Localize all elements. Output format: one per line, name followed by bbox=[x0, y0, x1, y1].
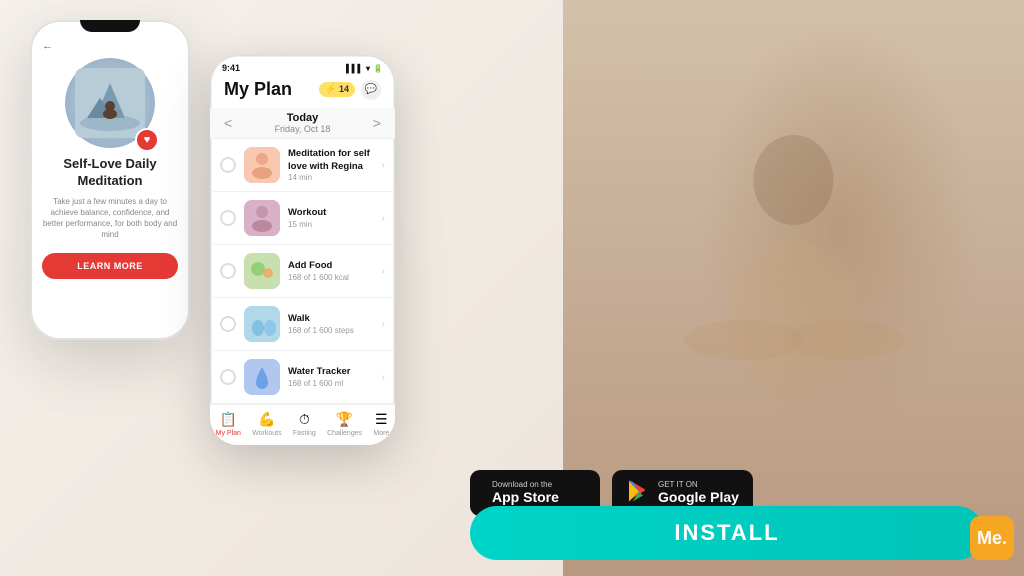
fasting-label: Fasting bbox=[293, 430, 316, 437]
meditation-desc: Take just a few minutes a day to achieve… bbox=[42, 196, 178, 241]
phone-notch bbox=[80, 20, 140, 32]
phone-small: 9:41 ▌▌▌ ▾ 🔋 My Plan ⚡ 14 💬 < Today Frid… bbox=[210, 55, 395, 445]
workouts-label: Workouts bbox=[252, 430, 281, 437]
play-icon bbox=[626, 478, 650, 508]
activity-thumb bbox=[244, 359, 280, 395]
challenges-icon: 🏆 bbox=[336, 411, 353, 428]
activity-info: Meditation for self love with Regina 14 … bbox=[288, 148, 374, 182]
activity-info: Water Tracker 168 of 1 600 ml bbox=[288, 366, 374, 387]
activity-name: Water Tracker bbox=[288, 366, 374, 378]
myplan-label: My Plan bbox=[216, 430, 241, 437]
activity-check[interactable] bbox=[220, 157, 236, 173]
date-display: Today Friday, Oct 18 bbox=[275, 112, 331, 134]
workouts-icon: 💪 bbox=[258, 411, 275, 428]
date-full: Friday, Oct 18 bbox=[275, 124, 331, 134]
activity-sub: 168 of 1 600 ml bbox=[288, 379, 374, 388]
activity-name: Meditation for self love with Regina bbox=[288, 148, 374, 173]
fasting-icon: ⏱ bbox=[299, 411, 310, 428]
meditation-title: Self-Love Daily Meditation bbox=[42, 156, 178, 190]
activity-sub: 14 min bbox=[288, 173, 374, 182]
myplan-icon: 📋 bbox=[220, 411, 237, 428]
date-today: Today bbox=[275, 112, 331, 124]
nav-item-fasting[interactable]: ⏱ Fasting bbox=[293, 411, 316, 437]
activity-thumb bbox=[244, 253, 280, 289]
activity-info: Workout 15 min bbox=[288, 207, 374, 228]
more-icon: ☰ bbox=[375, 411, 388, 428]
challenges-label: Challenges bbox=[327, 430, 362, 437]
activity-check[interactable] bbox=[220, 263, 236, 279]
google-play-label-bottom: Google Play bbox=[658, 489, 739, 506]
learn-more-button[interactable]: LEARN MORE bbox=[42, 253, 178, 279]
list-item[interactable]: Walk 168 of 1 600 steps › bbox=[210, 298, 395, 351]
app-header: My Plan ⚡ 14 💬 bbox=[210, 77, 395, 108]
phone-large: ← ♥ Self-Love Daily Meditation Take just… bbox=[30, 20, 190, 340]
status-time: 9:41 bbox=[222, 63, 240, 73]
nav-item-myplan[interactable]: 📋 My Plan bbox=[216, 411, 241, 437]
list-item[interactable]: Workout 15 min › bbox=[210, 192, 395, 245]
prev-date-button[interactable]: < bbox=[224, 115, 232, 131]
lightning-badge[interactable]: ⚡ 14 bbox=[319, 82, 355, 97]
activity-info: Add Food 168 of 1 600 kcal bbox=[288, 260, 374, 281]
activity-arrow-icon: › bbox=[382, 213, 385, 224]
activity-sub: 168 of 1 600 kcal bbox=[288, 273, 374, 282]
google-play-label-top: GET IT ON bbox=[658, 481, 739, 489]
install-button[interactable]: INSTALL bbox=[470, 506, 984, 560]
more-label: More bbox=[373, 430, 389, 437]
activity-info: Walk 168 of 1 600 steps bbox=[288, 313, 374, 334]
list-item[interactable]: Meditation for self love with Regina 14 … bbox=[210, 139, 395, 192]
me-logo: Me. bbox=[970, 516, 1014, 560]
nav-item-challenges[interactable]: 🏆 Challenges bbox=[327, 411, 362, 437]
activity-name: Add Food bbox=[288, 260, 374, 272]
date-nav: < Today Friday, Oct 18 > bbox=[210, 108, 395, 139]
activity-sub: 168 of 1 600 steps bbox=[288, 326, 374, 335]
header-icons: ⚡ 14 💬 bbox=[319, 80, 381, 100]
bottom-nav: 📋 My Plan 💪 Workouts ⏱ Fasting 🏆 Challen… bbox=[210, 404, 395, 445]
activity-sub: 15 min bbox=[288, 220, 374, 229]
activity-check[interactable] bbox=[220, 316, 236, 332]
activity-arrow-icon: › bbox=[382, 160, 385, 171]
activity-arrow-icon: › bbox=[382, 266, 385, 277]
activity-thumb bbox=[244, 306, 280, 342]
plan-title: My Plan bbox=[224, 79, 292, 100]
activity-check[interactable] bbox=[220, 210, 236, 226]
activity-name: Workout bbox=[288, 207, 374, 219]
activity-thumb bbox=[244, 200, 280, 236]
next-date-button[interactable]: > bbox=[373, 115, 381, 131]
meditation-image: ♥ bbox=[65, 58, 155, 148]
chat-icon[interactable]: 💬 bbox=[361, 80, 381, 100]
list-item[interactable]: Add Food 168 of 1 600 kcal › bbox=[210, 245, 395, 298]
list-item[interactable]: Water Tracker 168 of 1 600 ml › bbox=[210, 351, 395, 404]
activity-arrow-icon: › bbox=[382, 319, 385, 330]
activity-check[interactable] bbox=[220, 369, 236, 385]
back-button[interactable]: ← bbox=[42, 40, 178, 52]
activity-list: Meditation for self love with Regina 14 … bbox=[210, 139, 395, 404]
nav-item-more[interactable]: ☰ More bbox=[373, 411, 389, 437]
status-bar: 9:41 ▌▌▌ ▾ 🔋 bbox=[210, 55, 395, 77]
heart-badge: ♥ bbox=[135, 128, 159, 152]
nav-item-workouts[interactable]: 💪 Workouts bbox=[252, 411, 281, 437]
app-store-label-bottom: App Store bbox=[492, 489, 559, 506]
activity-thumb bbox=[244, 147, 280, 183]
app-store-label-top: Download on the bbox=[492, 481, 559, 489]
activity-name: Walk bbox=[288, 313, 374, 325]
activity-arrow-icon: › bbox=[382, 372, 385, 383]
status-icons: ▌▌▌ ▾ 🔋 bbox=[346, 64, 383, 73]
